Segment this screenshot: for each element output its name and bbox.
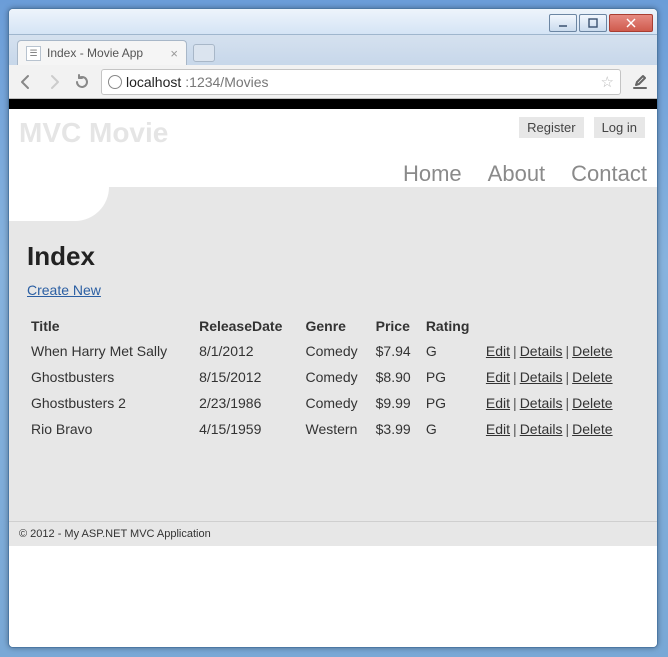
footer-text: © 2012 - My ASP.NET MVC Application — [19, 528, 211, 540]
reload-button[interactable] — [73, 73, 91, 91]
cell-genre: Comedy — [302, 338, 372, 364]
action-separator: | — [510, 421, 520, 437]
main-content: Index Create New Title ReleaseDate Genre… — [9, 221, 657, 521]
action-separator: | — [510, 395, 520, 411]
cell-release: 8/1/2012 — [195, 338, 301, 364]
register-link[interactable]: Register — [519, 117, 583, 138]
cell-rating: G — [422, 416, 482, 442]
action-separator: | — [562, 395, 572, 411]
cell-price: $8.90 — [372, 364, 422, 390]
cell-title: When Harry Met Sally — [27, 338, 195, 364]
browser-tab[interactable]: ☰ Index - Movie App × — [17, 40, 187, 65]
cell-actions: Edit|Details|Delete — [482, 416, 639, 442]
auth-links: Register Log in — [519, 117, 645, 138]
bookmark-star-icon[interactable]: ☆ — [601, 73, 614, 91]
col-genre: Genre — [302, 314, 372, 338]
browser-window: ☰ Index - Movie App × localhost:1234/Mov… — [8, 8, 658, 648]
details-link[interactable]: Details — [520, 343, 563, 359]
tab-favicon: ☰ — [26, 46, 41, 61]
table-header-row: Title ReleaseDate Genre Price Rating — [27, 314, 639, 338]
action-separator: | — [562, 369, 572, 385]
window-maximize-button[interactable] — [579, 14, 607, 32]
header-curve — [9, 187, 657, 221]
window-titlebar — [9, 9, 657, 35]
col-rating: Rating — [422, 314, 482, 338]
window-minimize-button[interactable] — [549, 14, 577, 32]
table-row: When Harry Met Sally8/1/2012Comedy$7.94G… — [27, 338, 639, 364]
page-accent-strip — [9, 99, 657, 109]
cell-genre: Western — [302, 416, 372, 442]
delete-link[interactable]: Delete — [572, 395, 612, 411]
cell-price: $7.94 — [372, 338, 422, 364]
delete-link[interactable]: Delete — [572, 421, 612, 437]
cell-genre: Comedy — [302, 390, 372, 416]
browser-toolbar: localhost:1234/Movies ☆ — [9, 65, 657, 99]
col-release: ReleaseDate — [195, 314, 301, 338]
edit-link[interactable]: Edit — [486, 395, 510, 411]
cell-rating: PG — [422, 390, 482, 416]
table-row: Ghostbusters 22/23/1986Comedy$9.99PGEdit… — [27, 390, 639, 416]
url-host: localhost — [126, 74, 181, 90]
tab-close-button[interactable]: × — [170, 46, 178, 61]
cell-price: $3.99 — [372, 416, 422, 442]
col-actions — [482, 314, 639, 338]
window-close-button[interactable] — [609, 14, 653, 32]
details-link[interactable]: Details — [520, 369, 563, 385]
cell-rating: G — [422, 338, 482, 364]
cell-price: $9.99 — [372, 390, 422, 416]
browser-tabstrip: ☰ Index - Movie App × — [9, 35, 657, 65]
col-title: Title — [27, 314, 195, 338]
cell-title: Ghostbusters 2 — [27, 390, 195, 416]
cell-title: Ghostbusters — [27, 364, 195, 390]
primary-nav: Home About Contact — [19, 161, 647, 187]
cell-release: 4/15/1959 — [195, 416, 301, 442]
create-new-link[interactable]: Create New — [27, 282, 101, 298]
url-path: :1234/Movies — [185, 74, 268, 90]
tab-title: Index - Movie App — [47, 46, 143, 60]
delete-link[interactable]: Delete — [572, 343, 612, 359]
login-link[interactable]: Log in — [594, 117, 645, 138]
site-identity-icon — [108, 75, 122, 89]
nav-about[interactable]: About — [488, 161, 546, 187]
action-separator: | — [510, 343, 520, 359]
page-heading: Index — [27, 241, 639, 272]
table-row: Rio Bravo4/15/1959Western$3.99GEdit|Deta… — [27, 416, 639, 442]
cell-release: 8/15/2012 — [195, 364, 301, 390]
details-link[interactable]: Details — [520, 421, 563, 437]
table-row: Ghostbusters8/15/2012Comedy$8.90PGEdit|D… — [27, 364, 639, 390]
action-separator: | — [562, 421, 572, 437]
delete-link[interactable]: Delete — [572, 369, 612, 385]
page-viewport: MVC Movie Register Log in Home About Con… — [9, 99, 657, 647]
action-separator: | — [562, 343, 572, 359]
details-link[interactable]: Details — [520, 395, 563, 411]
address-bar[interactable]: localhost:1234/Movies ☆ — [101, 69, 621, 95]
forward-button[interactable] — [45, 73, 63, 91]
col-price: Price — [372, 314, 422, 338]
edit-link[interactable]: Edit — [486, 421, 510, 437]
cell-actions: Edit|Details|Delete — [482, 364, 639, 390]
cell-actions: Edit|Details|Delete — [482, 390, 639, 416]
nav-home[interactable]: Home — [403, 161, 462, 187]
nav-contact[interactable]: Contact — [571, 161, 647, 187]
edit-link[interactable]: Edit — [486, 369, 510, 385]
cell-genre: Comedy — [302, 364, 372, 390]
movies-table: Title ReleaseDate Genre Price Rating Whe… — [27, 314, 639, 442]
cell-actions: Edit|Details|Delete — [482, 338, 639, 364]
settings-wrench-icon[interactable] — [631, 73, 649, 91]
new-tab-button[interactable] — [193, 44, 215, 62]
cell-title: Rio Bravo — [27, 416, 195, 442]
cell-rating: PG — [422, 364, 482, 390]
cell-release: 2/23/1986 — [195, 390, 301, 416]
site-footer: © 2012 - My ASP.NET MVC Application — [9, 521, 657, 546]
action-separator: | — [510, 369, 520, 385]
back-button[interactable] — [17, 73, 35, 91]
site-header: MVC Movie Register Log in Home About Con… — [9, 109, 657, 187]
edit-link[interactable]: Edit — [486, 343, 510, 359]
